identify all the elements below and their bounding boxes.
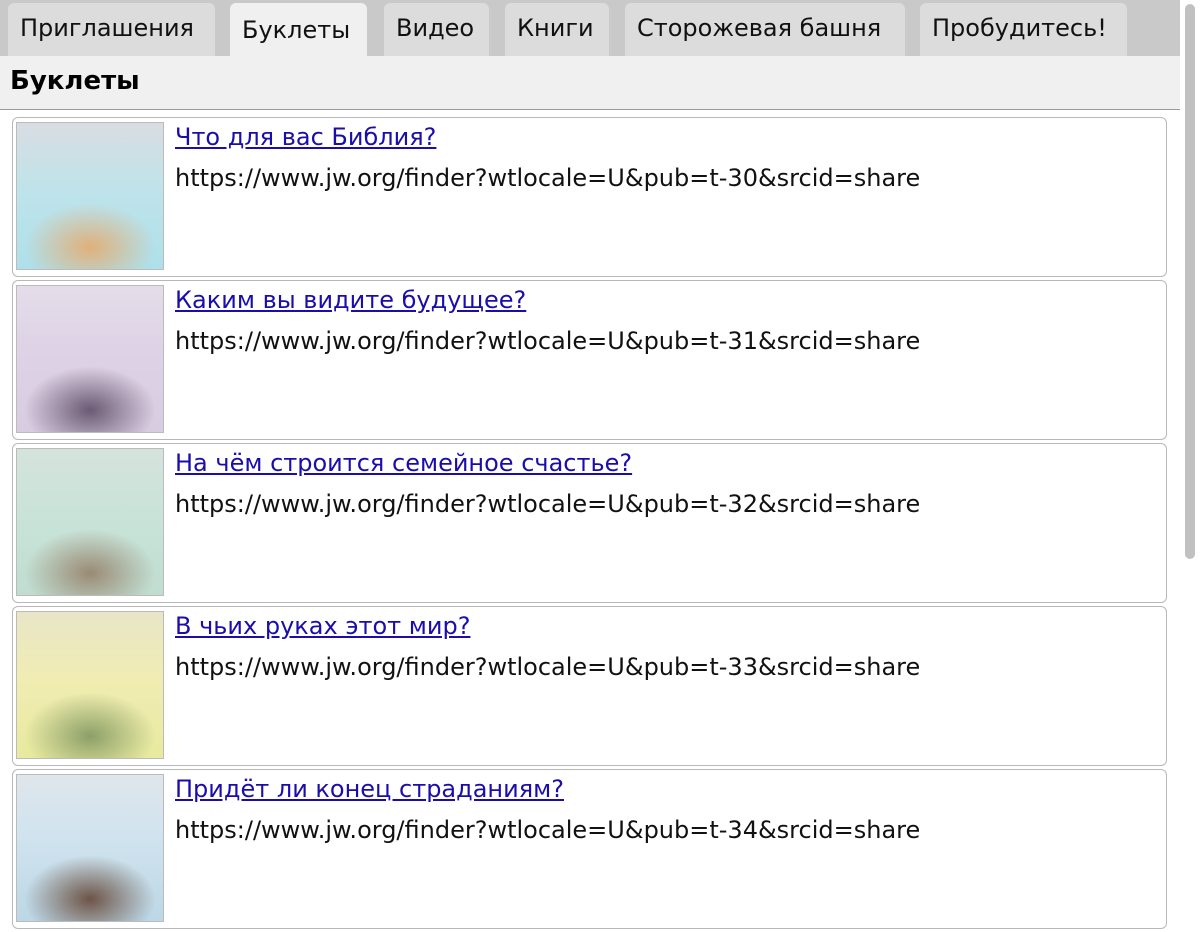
list-item: На чём строится семейное счастье? https:…	[12, 443, 1167, 603]
booklet-url: https://www.jw.org/finder?wtlocale=U&pub…	[175, 327, 921, 355]
tab-booklets[interactable]: Буклеты	[230, 3, 367, 59]
booklet-title-link[interactable]: Каким вы видите будущее?	[175, 286, 526, 314]
booklet-url: https://www.jw.org/finder?wtlocale=U&pub…	[175, 816, 921, 844]
booklet-title-link[interactable]: На чём строится семейное счастье?	[175, 449, 632, 477]
booklet-title-link[interactable]: В чьих руках этот мир?	[175, 612, 470, 640]
tab-video[interactable]: Видео	[384, 3, 489, 56]
booklet-url: https://www.jw.org/finder?wtlocale=U&pub…	[175, 653, 921, 681]
booklet-cover-image[interactable]	[16, 285, 164, 433]
list-item: Придёт ли конец страданиям? https://www.…	[12, 769, 1167, 929]
booklet-url: https://www.jw.org/finder?wtlocale=U&pub…	[175, 490, 921, 518]
tab-bar: Приглашения Буклеты Видео Книги Сторожев…	[0, 0, 1180, 59]
booklet-title-link[interactable]: Придёт ли конец страданиям?	[175, 775, 564, 803]
page-title: Буклеты	[10, 66, 140, 96]
list-item: Каким вы видите будущее? https://www.jw.…	[12, 280, 1167, 440]
tab-watchtower[interactable]: Сторожевая башня	[625, 3, 905, 56]
list-item: Что для вас Библия? https://www.jw.org/f…	[12, 117, 1167, 277]
page-header: Буклеты	[0, 56, 1180, 110]
booklet-cover-image[interactable]	[16, 448, 164, 596]
booklet-cover-image[interactable]	[16, 611, 164, 759]
tab-invitations[interactable]: Приглашения	[8, 3, 215, 56]
tab-books[interactable]: Книги	[505, 3, 609, 56]
tab-awake[interactable]: Пробудитесь!	[920, 3, 1127, 56]
booklet-url: https://www.jw.org/finder?wtlocale=U&pub…	[175, 164, 921, 192]
booklet-list: Что для вас Библия? https://www.jw.org/f…	[12, 117, 1167, 932]
list-item: В чьих руках этот мир? https://www.jw.or…	[12, 606, 1167, 766]
booklet-cover-image[interactable]	[16, 122, 164, 270]
vertical-scrollbar[interactable]	[1180, 0, 1200, 900]
booklet-title-link[interactable]: Что для вас Библия?	[175, 123, 436, 151]
scrollbar-thumb[interactable]	[1185, 4, 1195, 559]
